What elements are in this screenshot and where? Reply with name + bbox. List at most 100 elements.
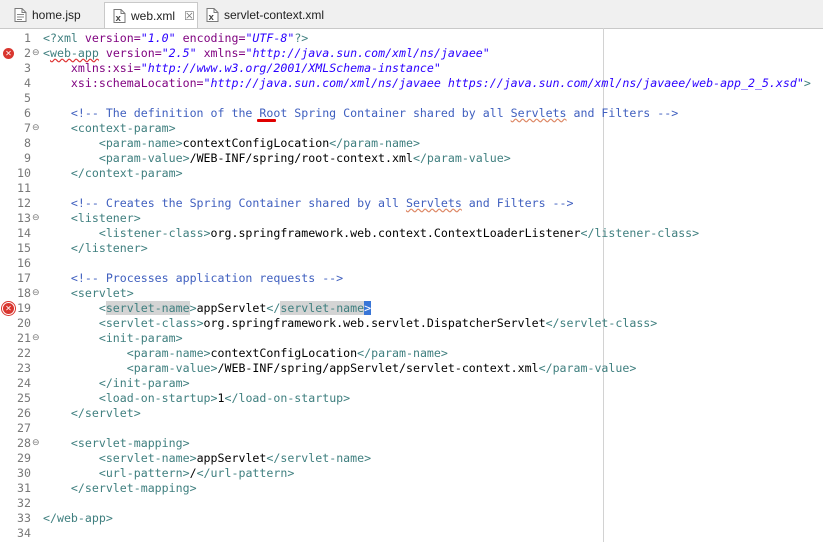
code-token: >: [803, 76, 811, 90]
code-text: </web-app>: [43, 511, 113, 526]
line-number: 26: [17, 406, 31, 420]
code-line[interactable]: 27: [0, 421, 823, 436]
tab-home-jsp[interactable]: home.jsp: [6, 3, 106, 27]
code-token: <init-param>: [98, 331, 183, 345]
code-line[interactable]: ✕ 19 <servlet-name>appServlet</servlet-na…: [0, 301, 823, 316]
fold-toggle-icon[interactable]: ⊖: [32, 331, 41, 346]
code-line[interactable]: 13 ⊖ <listener>: [0, 211, 823, 226]
code-line[interactable]: 8 <param-name>contextConfigLocation</par…: [0, 136, 823, 151]
line-number: 2: [24, 46, 31, 60]
code-line[interactable]: 32: [0, 496, 823, 511]
code-line[interactable]: 4 xsi:schemaLocation="http://java.sun.co…: [0, 76, 823, 91]
code-text: <servlet-name>appServlet</servlet-name>: [43, 451, 371, 466]
code-line[interactable]: 21 ⊖ <init-param>: [0, 331, 823, 346]
code-token: appServlet: [196, 451, 267, 465]
code-line[interactable]: 33 </web-app>: [0, 511, 823, 526]
code-text: </servlet-mapping>: [43, 481, 197, 496]
code-token: </listener>: [70, 241, 148, 255]
code-token: </param-value>: [412, 151, 511, 165]
line-number: 15: [17, 241, 31, 255]
line-number: 24: [17, 376, 31, 390]
code-token: ?>: [294, 31, 309, 45]
code-line[interactable]: ✕ 2 ⊖ <web-app version="2.5" xmlns="http://…: [0, 46, 823, 61]
code-line[interactable]: 12 <!-- Creates the Spring Container sha…: [0, 196, 823, 211]
code-line[interactable]: 20 <servlet-class>org.springframework.we…: [0, 316, 823, 331]
code-token: contextConfigLocation: [182, 136, 330, 150]
line-number: 22: [17, 346, 31, 360]
fold-toggle-icon[interactable]: ⊖: [32, 121, 41, 136]
code-token: <: [98, 301, 106, 315]
code-token: appServlet: [196, 301, 267, 315]
code-token: <param-value>: [98, 151, 190, 165]
tab-servlet-context-xml[interactable]: X servlet-context.xml: [198, 3, 338, 27]
code-line[interactable]: 9 <param-value>/WEB-INF/spring/root-cont…: [0, 151, 823, 166]
code-line[interactable]: 23 <param-value>/WEB-INF/spring/appServl…: [0, 361, 823, 376]
code-line[interactable]: 1 <?xml version="1.0" encoding="UTF-8"?>: [0, 31, 823, 46]
close-icon[interactable]: ☒: [184, 9, 195, 23]
code-line[interactable]: 18 ⊖ <servlet>: [0, 286, 823, 301]
code-token: <!-- Creates the Spring Container shared…: [70, 196, 406, 210]
code-token: web-app: [49, 46, 99, 60]
code-text: <servlet-name>appServlet</servlet-name>: [43, 301, 372, 316]
tab-label: servlet-context.xml: [224, 8, 325, 22]
line-number: 33: [17, 511, 31, 525]
code-line[interactable]: 28 ⊖ <servlet-mapping>: [0, 436, 823, 451]
fold-toggle-icon[interactable]: ⊖: [32, 286, 41, 301]
code-text: <servlet>: [43, 286, 134, 301]
code-token: <listener>: [70, 211, 141, 225]
code-token: "1.0": [140, 31, 176, 45]
code-token: <load-on-startup>: [98, 391, 218, 405]
code-line[interactable]: 7 ⊖ <context-param>: [0, 121, 823, 136]
code-line[interactable]: 14 <listener-class>org.springframework.w…: [0, 226, 823, 241]
fold-toggle-icon[interactable]: ⊖: [32, 211, 41, 226]
line-number: 23: [17, 361, 31, 375]
code-line[interactable]: 31 </servlet-mapping>: [0, 481, 823, 496]
line-number: 28: [17, 436, 31, 450]
code-line[interactable]: 24 </init-param>: [0, 376, 823, 391]
code-text: <!-- The definition of the Root Spring C…: [43, 106, 678, 121]
code-line[interactable]: 6 <!-- The definition of the Root Spring…: [0, 106, 823, 121]
code-token: xmlns=: [203, 46, 246, 60]
code-line[interactable]: 11: [0, 181, 823, 196]
code-line[interactable]: 15 </listener>: [0, 241, 823, 256]
code-line[interactable]: 16: [0, 256, 823, 271]
code-line[interactable]: 10 </context-param>: [0, 166, 823, 181]
code-line[interactable]: 30 <url-pattern>/</url-pattern>: [0, 466, 823, 481]
code-token: </param-name>: [357, 346, 448, 360]
code-token: <servlet-mapping>: [70, 436, 190, 450]
code-text: <context-param>: [43, 121, 176, 136]
code-line[interactable]: 17 <!-- Processes application requests -…: [0, 271, 823, 286]
code-line[interactable]: 22 <param-name>contextConfigLocation</pa…: [0, 346, 823, 361]
code-line[interactable]: 34: [0, 526, 823, 541]
code-token: contextConfigLocation: [210, 346, 358, 360]
code-line[interactable]: 25 <load-on-startup>1</load-on-startup>: [0, 391, 823, 406]
fold-toggle-icon[interactable]: ⊖: [32, 436, 41, 451]
code-token: <url-pattern>: [98, 466, 190, 480]
code-line[interactable]: 3 xmlns:xsi="http://www.w3.org/2001/XMLS…: [0, 61, 823, 76]
code-editor[interactable]: 1 <?xml version="1.0" encoding="UTF-8"?> ✕…: [0, 28, 823, 542]
code-token: <?xml: [43, 31, 85, 45]
code-line[interactable]: 5: [0, 91, 823, 106]
tab-web-xml[interactable]: X web.xml ☒: [104, 2, 198, 28]
code-token: <context-param>: [70, 121, 176, 135]
code-text: <!-- Creates the Spring Container shared…: [43, 196, 574, 211]
code-line[interactable]: 26 </servlet>: [0, 406, 823, 421]
fold-toggle-icon[interactable]: ⊖: [32, 46, 41, 61]
line-number: 7: [24, 121, 31, 135]
code-token: servlet-name: [280, 301, 365, 315]
line-number: 3: [24, 61, 31, 75]
code-line[interactable]: 29 <servlet-name>appServlet</servlet-nam…: [0, 451, 823, 466]
line-number: 32: [17, 496, 31, 510]
code-text: <param-value>/WEB-INF/spring/appServlet/…: [43, 361, 637, 376]
code-token: and Filters -->: [461, 196, 574, 210]
